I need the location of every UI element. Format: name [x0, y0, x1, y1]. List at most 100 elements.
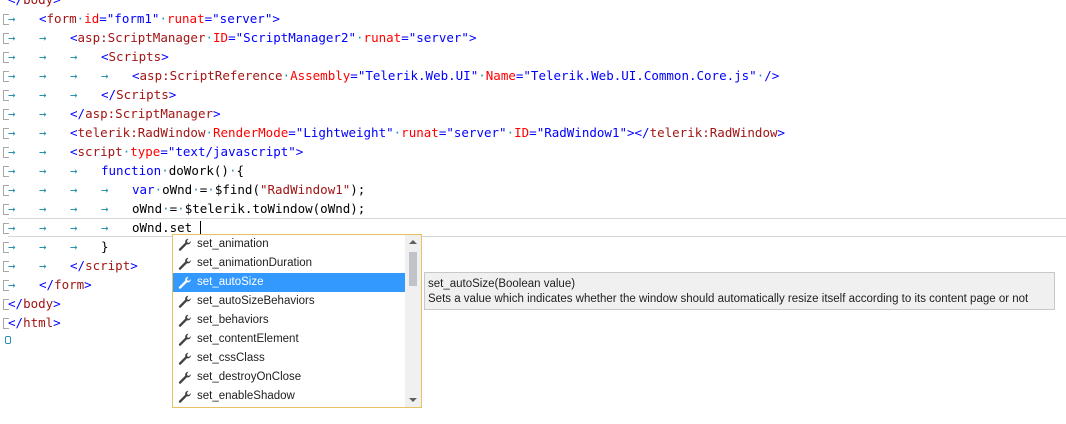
code-token: asp:ScriptReference	[139, 68, 283, 83]
completion-scrollbar[interactable]	[405, 235, 421, 407]
outline-marker-icon[interactable]	[0, 161, 9, 180]
code-token: >	[272, 11, 280, 26]
code-token: "ScriptManager2"	[235, 30, 357, 45]
tab-whitespace-arrow: →	[70, 239, 78, 254]
code-token: =	[350, 68, 358, 83]
wrench-icon	[178, 333, 192, 346]
margin-marker-icon	[5, 336, 11, 344]
outline-marker-icon[interactable]	[0, 256, 9, 275]
outline-marker-icon[interactable]	[0, 123, 9, 142]
scroll-up-arrow-icon[interactable]	[409, 240, 417, 244]
outline-marker-icon[interactable]	[0, 180, 9, 199]
completion-item[interactable]: set_destroyOnClose	[173, 368, 405, 387]
completion-item[interactable]: set_autoSizeBehaviors	[173, 292, 405, 311]
code-token: <	[101, 49, 109, 64]
outline-marker-icon[interactable]	[0, 313, 9, 332]
completion-item-label: set_enableShadow	[197, 390, 295, 402]
code-token: html	[23, 315, 54, 330]
code-token: Assembly	[290, 68, 351, 83]
tab-whitespace-arrow: →	[8, 201, 16, 216]
code-token: $telerik.toWindow(oWnd);	[184, 201, 366, 216]
tab-whitespace-arrow: →	[39, 106, 47, 121]
outline-marker-icon[interactable]	[0, 142, 9, 161]
code-token: RenderMode	[213, 125, 289, 140]
outline-marker-icon[interactable]	[0, 85, 9, 104]
code-token: "Telerik.Web.UI.Common.Core.js"	[523, 68, 757, 83]
code-token: "server"	[212, 11, 273, 26]
completion-item-label: set_autoSizeBehaviors	[197, 295, 315, 307]
outline-marker-icon[interactable]	[0, 104, 9, 123]
code-token: );	[350, 182, 366, 197]
code-token: $find(	[214, 182, 260, 197]
code-token: </	[101, 87, 117, 102]
code-token: form	[54, 277, 85, 292]
scroll-down-arrow-icon[interactable]	[409, 398, 417, 402]
code-token: doWork()	[168, 163, 229, 178]
completion-item[interactable]: set_animation	[173, 235, 405, 254]
completion-item[interactable]: set_behaviors	[173, 311, 405, 330]
code-token: }	[101, 239, 109, 254]
outline-marker-icon[interactable]	[0, 66, 9, 85]
outline-marker-icon[interactable]	[0, 237, 9, 256]
tab-whitespace-arrow: →	[8, 277, 16, 292]
code-token: var	[132, 182, 155, 197]
code-token: />	[764, 68, 780, 83]
scroll-thumb[interactable]	[409, 252, 417, 286]
code-token: >	[53, 315, 61, 330]
code-token: Scripts	[116, 87, 169, 102]
completion-item[interactable]: set_cssClass	[173, 349, 405, 368]
wrench-icon	[178, 276, 192, 289]
code-token: "form1"	[106, 11, 160, 26]
completion-item[interactable]: set_autoSize	[173, 273, 405, 292]
code-token: ID	[213, 30, 229, 45]
code-token: >	[84, 277, 92, 292]
code-token: =	[288, 125, 296, 140]
code-token: >	[168, 87, 177, 102]
outline-marker-icon[interactable]	[0, 47, 9, 66]
space-whitespace-dot: ·	[356, 30, 364, 45]
outline-marker-icon[interactable]	[0, 275, 9, 294]
code-token: type	[130, 144, 161, 159]
completion-item[interactable]: set_animationDuration	[173, 254, 405, 273]
tab-whitespace-arrow: →	[8, 106, 16, 121]
code-token: </	[8, 296, 24, 311]
tab-whitespace-arrow: →	[101, 182, 109, 197]
outline-marker-icon[interactable]	[0, 9, 9, 28]
code-token: runat	[363, 30, 402, 45]
outline-marker-icon[interactable]	[0, 28, 9, 47]
code-editor[interactable]: </body> →<form·id="form1"·runat="server"…	[0, 0, 1066, 424]
outline-marker-icon[interactable]	[0, 294, 9, 313]
code-token: telerik:RadWindow	[649, 125, 778, 140]
wrench-icon	[178, 390, 192, 403]
code-token: "Telerik.Web.UI"	[357, 68, 479, 83]
code-token: "text/javascript"	[167, 144, 296, 159]
wrench-icon	[178, 371, 192, 384]
outline-marker-icon[interactable]	[0, 218, 9, 237]
completion-item[interactable]: set_contentElement	[173, 330, 405, 349]
code-token: =	[228, 30, 236, 45]
completion-item-label: set_cssClass	[197, 352, 265, 364]
tab-whitespace-arrow: →	[8, 258, 16, 273]
code-token: oWnd	[132, 201, 163, 216]
wrench-icon	[178, 295, 192, 308]
code-token: id	[84, 11, 100, 26]
tab-whitespace-arrow: →	[39, 30, 47, 45]
tab-whitespace-arrow: →	[8, 163, 16, 178]
tab-whitespace-arrow: →	[39, 163, 47, 178]
completion-list[interactable]: set_animation set_animationDuration set_au…	[172, 234, 422, 408]
tab-whitespace-arrow: →	[101, 68, 109, 83]
code-token: oWnd	[162, 182, 193, 197]
completion-item[interactable]: set_enableShadow	[173, 387, 405, 406]
code-token: "server"	[408, 30, 469, 45]
code-token: <	[132, 68, 140, 83]
code-token: runat	[401, 125, 439, 140]
code-token: runat	[166, 11, 205, 26]
code-token: <	[70, 144, 78, 159]
space-whitespace-dot: ·	[205, 125, 213, 140]
outline-marker-icon[interactable]	[0, 199, 9, 218]
completion-item-label: set_autoSize	[197, 276, 264, 288]
tab-whitespace-arrow: →	[8, 68, 16, 83]
code-token: =	[529, 125, 537, 140]
space-whitespace-dot: ·	[177, 201, 185, 216]
code-token: <	[70, 125, 78, 140]
